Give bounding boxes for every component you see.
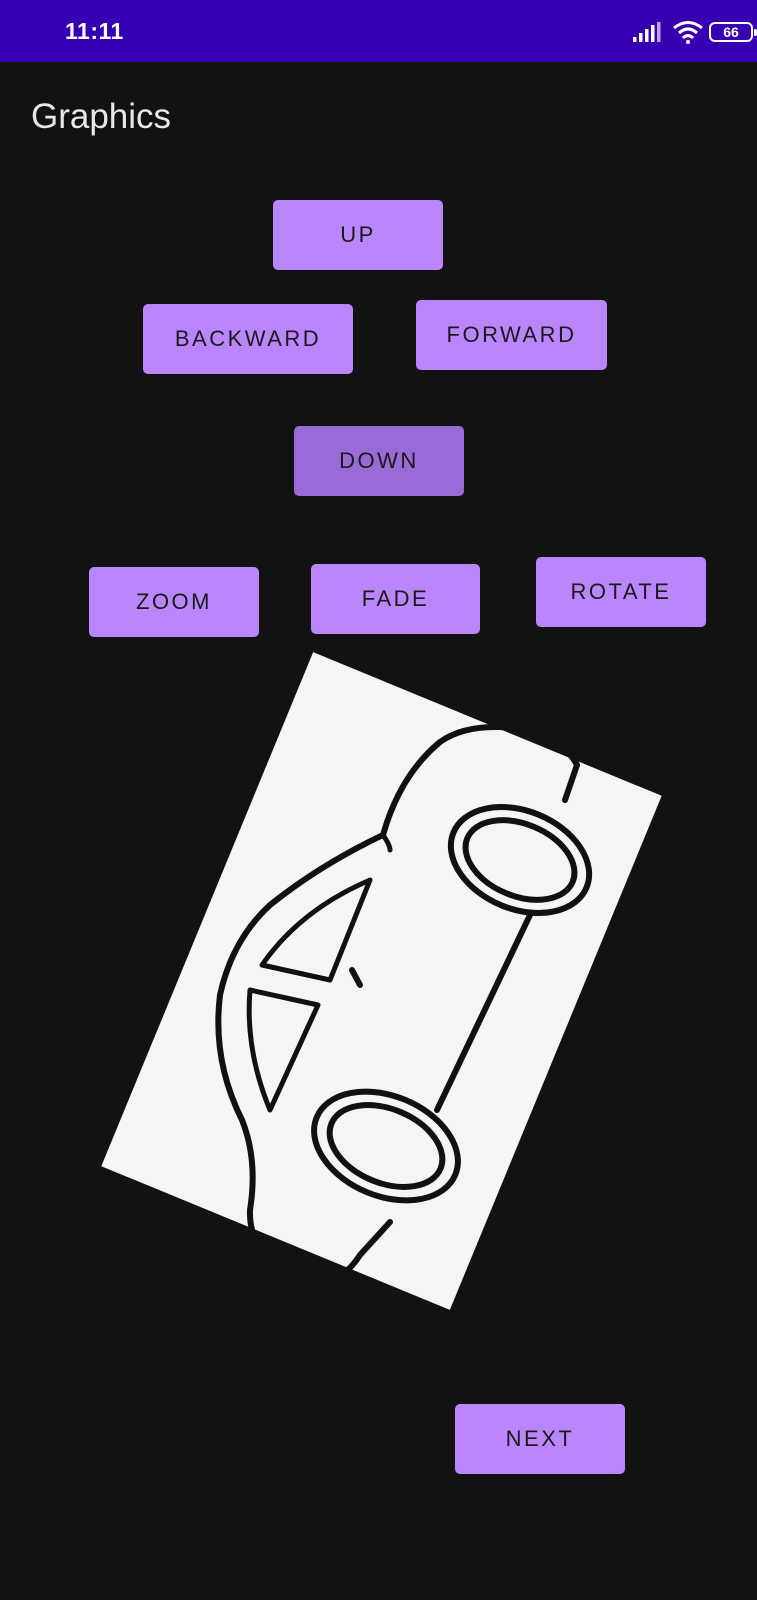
- signal-icon: [633, 22, 661, 42]
- page-title: Graphics: [31, 97, 172, 136]
- status-bar: 11:11 66: [0, 0, 757, 62]
- zoom-button[interactable]: ZOOM: [89, 567, 259, 637]
- backward-button[interactable]: BACKWARD: [143, 304, 353, 374]
- fade-button[interactable]: FADE: [311, 564, 480, 634]
- up-button[interactable]: UP: [273, 200, 443, 270]
- car-image: [101, 652, 662, 1310]
- status-time: 11:11: [65, 18, 124, 44]
- rotate-button[interactable]: ROTATE: [536, 557, 706, 627]
- wifi-icon: [673, 21, 703, 44]
- next-button[interactable]: NEXT: [455, 1404, 625, 1474]
- forward-button[interactable]: FORWARD: [416, 300, 607, 370]
- down-button[interactable]: DOWN: [294, 426, 464, 496]
- battery-icon: 66: [709, 22, 757, 42]
